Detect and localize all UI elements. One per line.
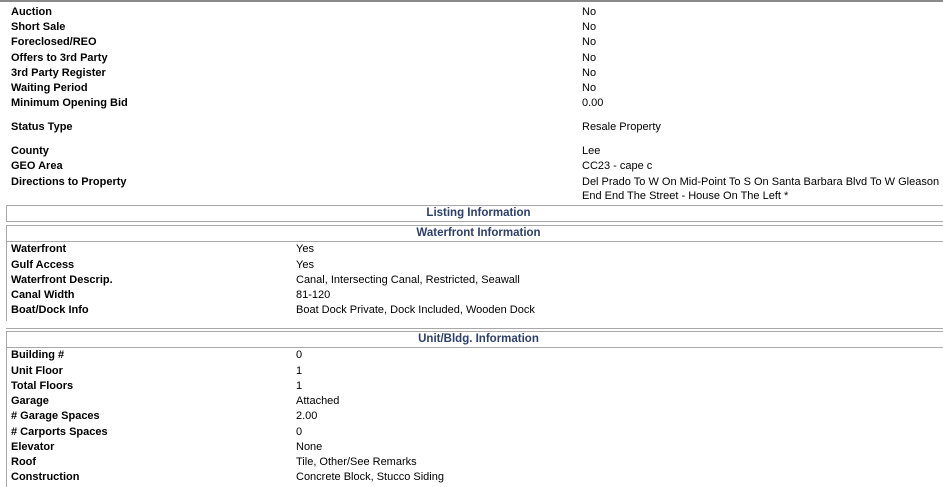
field-label: # Carports Spaces <box>11 426 108 438</box>
field-label: County <box>11 145 49 157</box>
field-label: Canal Width <box>11 289 75 301</box>
detail-row-short-sale: Short Sale No <box>0 21 943 36</box>
field-value: No <box>582 82 597 94</box>
detail-row-waiting-period: Waiting Period No <box>0 82 943 97</box>
field-label: Short Sale <box>11 21 66 33</box>
unit-row: # Carports Spaces 0 <box>0 426 943 441</box>
field-value: Attached <box>296 395 340 407</box>
field-label: Auction <box>11 6 52 18</box>
field-value: CC23 - cape c <box>582 160 653 172</box>
field-value: Tile, Other/See Remarks <box>296 456 417 468</box>
field-label: Offers to 3rd Party <box>11 52 108 64</box>
field-value: 81-120 <box>296 289 331 301</box>
field-label: Waterfront Descrip. <box>11 274 113 286</box>
field-value: No <box>582 21 597 33</box>
waterfront-row: Gulf Access Yes <box>0 259 943 274</box>
waterfront-row: Boat/Dock Info Boat Dock Private, Dock I… <box>0 304 943 319</box>
waterfront-row: Waterfront Descrip. Canal, Intersecting … <box>0 274 943 289</box>
field-value: 1 <box>296 380 303 392</box>
detail-row-geo-area: GEO Area CC23 - cape c <box>0 160 943 175</box>
unit-row: # Garage Spaces 2.00 <box>0 410 943 425</box>
section-divider <box>6 328 943 329</box>
unit-row: Garage Attached <box>0 395 943 410</box>
field-label: # Garage Spaces <box>11 410 100 422</box>
unit-row: Elevator None <box>0 441 943 456</box>
unit-row: Construction Concrete Block, Stucco Sidi… <box>0 471 943 486</box>
field-value: Lee <box>582 145 601 157</box>
unit-row: Unit Floor 1 <box>0 365 943 380</box>
field-label: Status Type <box>11 121 73 133</box>
field-label: Foreclosed/REO <box>11 36 97 48</box>
directions-value: Del Prado To W On Mid-Point To S On Sant… <box>582 176 943 203</box>
section-header-unit: Unit/Bldg. Information <box>6 331 943 348</box>
detail-row-status-type: Status Type Resale Property <box>0 121 943 136</box>
field-value: 1 <box>296 365 303 377</box>
field-label: Gulf Access <box>11 259 75 271</box>
field-value: No <box>582 67 597 79</box>
detail-row-min-opening-bid: Minimum Opening Bid 0.00 <box>0 97 943 112</box>
unit-row: Roof Tile, Other/See Remarks <box>0 456 943 471</box>
field-label: Directions to Property <box>11 176 127 188</box>
field-value: None <box>296 441 323 453</box>
field-value: 0 <box>296 426 303 438</box>
field-value: Canal, Intersecting Canal, Restricted, S… <box>296 274 520 286</box>
field-value: 0 <box>296 349 303 361</box>
waterfront-row: Waterfront Yes <box>0 243 943 258</box>
unit-row: Building # 0 <box>0 349 943 364</box>
detail-row-foreclosed: Foreclosed/REO No <box>0 36 943 51</box>
field-label: Unit Floor <box>11 365 63 377</box>
directions-line-2: End End The Street - House On The Left * <box>582 189 789 202</box>
waterfront-row: Canal Width 81-120 <box>0 289 943 304</box>
field-label: GEO Area <box>11 160 63 172</box>
field-value: Yes <box>296 259 314 271</box>
field-value: No <box>582 36 597 48</box>
detail-row-3rd-party-register: 3rd Party Register No <box>0 67 943 82</box>
field-label: Elevator <box>11 441 55 453</box>
field-label: Garage <box>11 395 49 407</box>
field-value: 0.00 <box>582 97 604 109</box>
field-label: Roof <box>11 456 37 468</box>
field-label: Construction <box>11 471 80 483</box>
field-value: Boat Dock Private, Dock Included, Wooden… <box>296 304 535 316</box>
section-header-listing: Listing Information <box>6 205 943 222</box>
field-label: Boat/Dock Info <box>11 304 89 316</box>
detail-row-offers-3rd-party: Offers to 3rd Party No <box>0 52 943 67</box>
field-label: Minimum Opening Bid <box>11 97 128 109</box>
field-label: Building # <box>11 349 65 361</box>
field-value: Yes <box>296 243 314 255</box>
field-value: Resale Property <box>582 121 661 133</box>
detail-row-auction: Auction No <box>0 6 943 21</box>
field-value: 2.00 <box>296 410 318 422</box>
field-label: 3rd Party Register <box>11 67 106 79</box>
field-label: Total Floors <box>11 380 74 392</box>
directions-line-1: Del Prado To W On Mid-Point To S On Sant… <box>582 176 943 188</box>
detail-row-county: County Lee <box>0 145 943 160</box>
unit-row: Total Floors 1 <box>0 380 943 395</box>
field-label: Waterfront <box>11 243 67 255</box>
top-border <box>0 0 943 2</box>
field-value: No <box>582 52 597 64</box>
field-value: No <box>582 6 597 18</box>
field-value: Concrete Block, Stucco Siding <box>296 471 444 483</box>
field-label: Waiting Period <box>11 82 88 94</box>
section-header-waterfront: Waterfront Information <box>6 225 943 242</box>
